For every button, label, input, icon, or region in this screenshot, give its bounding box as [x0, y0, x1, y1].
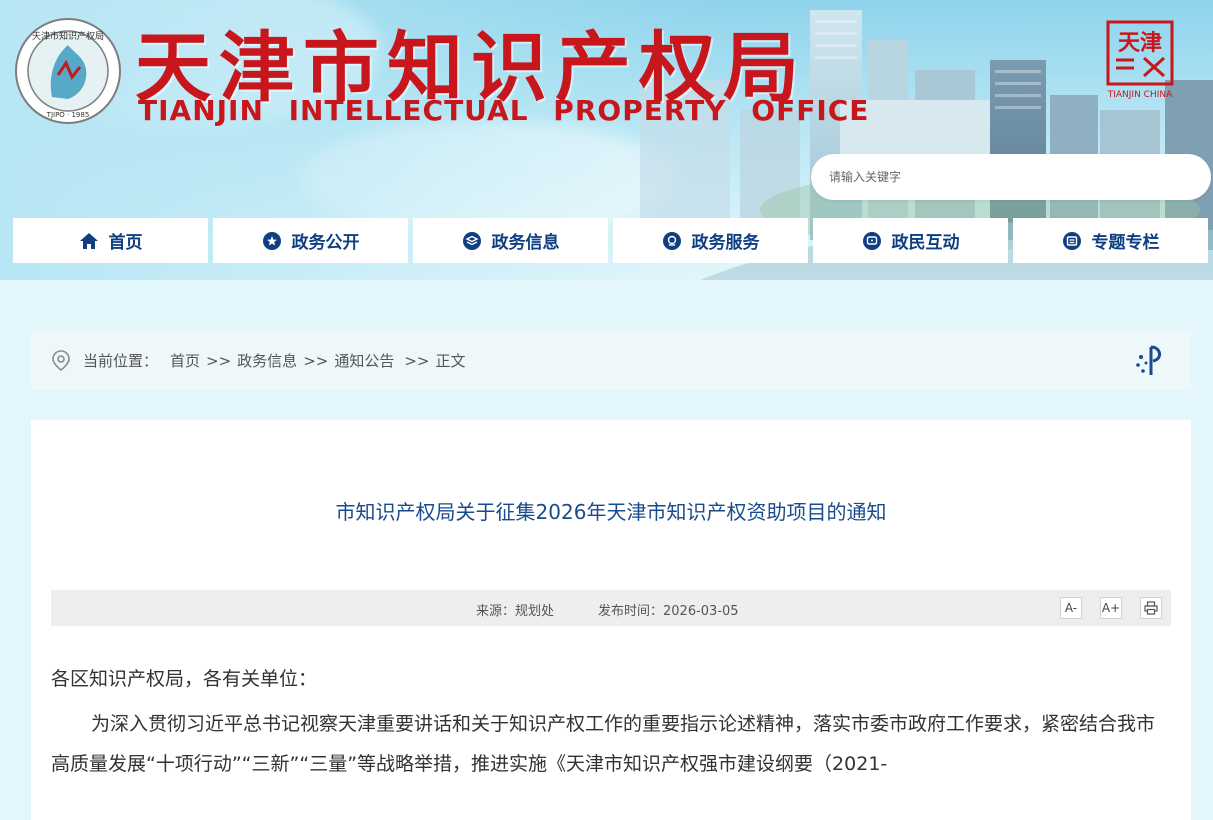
home-icon: [79, 232, 98, 249]
article-source: 来源：规划处: [476, 604, 555, 619]
site-logo[interactable]: 天津市知识产权局 TJIPO · 1985: [14, 17, 122, 125]
breadcrumb-separator: >>: [206, 351, 232, 370]
nav-item-government-services[interactable]: 政务服务: [613, 218, 808, 263]
breadcrumb-separator: >>: [303, 351, 329, 370]
star-icon: [262, 231, 281, 250]
breadcrumb-link-home[interactable]: 首页: [170, 350, 200, 371]
print-button[interactable]: [1140, 597, 1162, 619]
nav-label: 首页: [108, 233, 143, 253]
svg-text:TJIPO · 1985: TJIPO · 1985: [46, 111, 90, 119]
ip-emblem-icon: [1136, 345, 1161, 375]
chat-icon: [862, 231, 881, 250]
article-publish-time: 发布时间：2026-03-05: [598, 604, 739, 619]
badge-icon: [662, 231, 681, 250]
folder-icon: [1062, 231, 1081, 250]
svg-text:天津: 天津: [1118, 30, 1162, 56]
article-title: 市知识产权局关于征集2026年天津市知识产权资助项目的通知: [335, 500, 887, 524]
layers-icon: [462, 231, 481, 250]
font-smaller-button[interactable]: A-: [1060, 597, 1082, 619]
site-header: 天津市知识产权局 TJIPO · 1985 天津市知识产权局 TIANJIN I…: [0, 0, 1213, 280]
svg-text:天津市知识产权局: 天津市知识产权局: [32, 30, 104, 42]
nav-label: 专题专栏: [1091, 233, 1160, 253]
breadcrumb: 当前位置： 首页 >> 政务信息 >> 通知公告 >> 正文: [31, 331, 1191, 390]
nav-label: 政务信息: [491, 233, 560, 253]
nav-label: 政务服务: [691, 233, 760, 253]
nav-item-public-interaction[interactable]: 政民互动: [813, 218, 1008, 263]
search-input[interactable]: [827, 169, 1191, 185]
breadcrumb-separator: >>: [404, 351, 430, 370]
print-icon: [1144, 601, 1158, 615]
breadcrumb-link-government-info[interactable]: 政务信息: [237, 350, 297, 371]
font-smaller-icon: A-: [1064, 601, 1078, 615]
main-navigation: 首页 政务公开 政务信息 政务服务 政民互动 专题专栏: [13, 218, 1213, 263]
nav-label: 政民互动: [891, 233, 960, 253]
site-title-english: TIANJIN INTELLECTUAL PROPERTY OFFICE: [138, 94, 870, 127]
tianjin-seal-logo: 天津 TIANJIN CHINA: [1106, 20, 1174, 100]
breadcrumb-link-notices[interactable]: 通知公告: [334, 350, 394, 371]
svg-text:TIANJIN CHINA: TIANJIN CHINA: [1107, 90, 1173, 100]
article-panel: 市知识产权局关于征集2026年天津市知识产权资助项目的通知 来源：规划处 发布时…: [31, 420, 1191, 820]
nav-item-government-affairs-open[interactable]: 政务公开: [213, 218, 408, 263]
breadcrumb-label: 当前位置：: [83, 352, 159, 370]
article-meta-bar: 来源：规划处 发布时间：2026-03-05 A- A+: [51, 590, 1171, 626]
nav-item-government-info[interactable]: 政务信息: [413, 218, 608, 263]
location-pin-icon: [52, 349, 70, 371]
search-box[interactable]: [811, 154, 1211, 200]
breadcrumb-current: 正文: [435, 352, 466, 370]
nav-label: 政务公开: [291, 233, 360, 253]
article-paragraph: 为深入贯彻习近平总书记视察天津重要讲话和关于知识产权工作的重要指示论述精神，落实…: [51, 713, 1156, 775]
article-greeting: 各区知识产权局，各有关单位：: [51, 668, 318, 690]
font-larger-icon: A+: [1101, 601, 1121, 615]
nav-item-special-topics[interactable]: 专题专栏: [1013, 218, 1208, 263]
font-larger-button[interactable]: A+: [1100, 597, 1122, 619]
nav-item-home[interactable]: 首页: [13, 218, 208, 263]
